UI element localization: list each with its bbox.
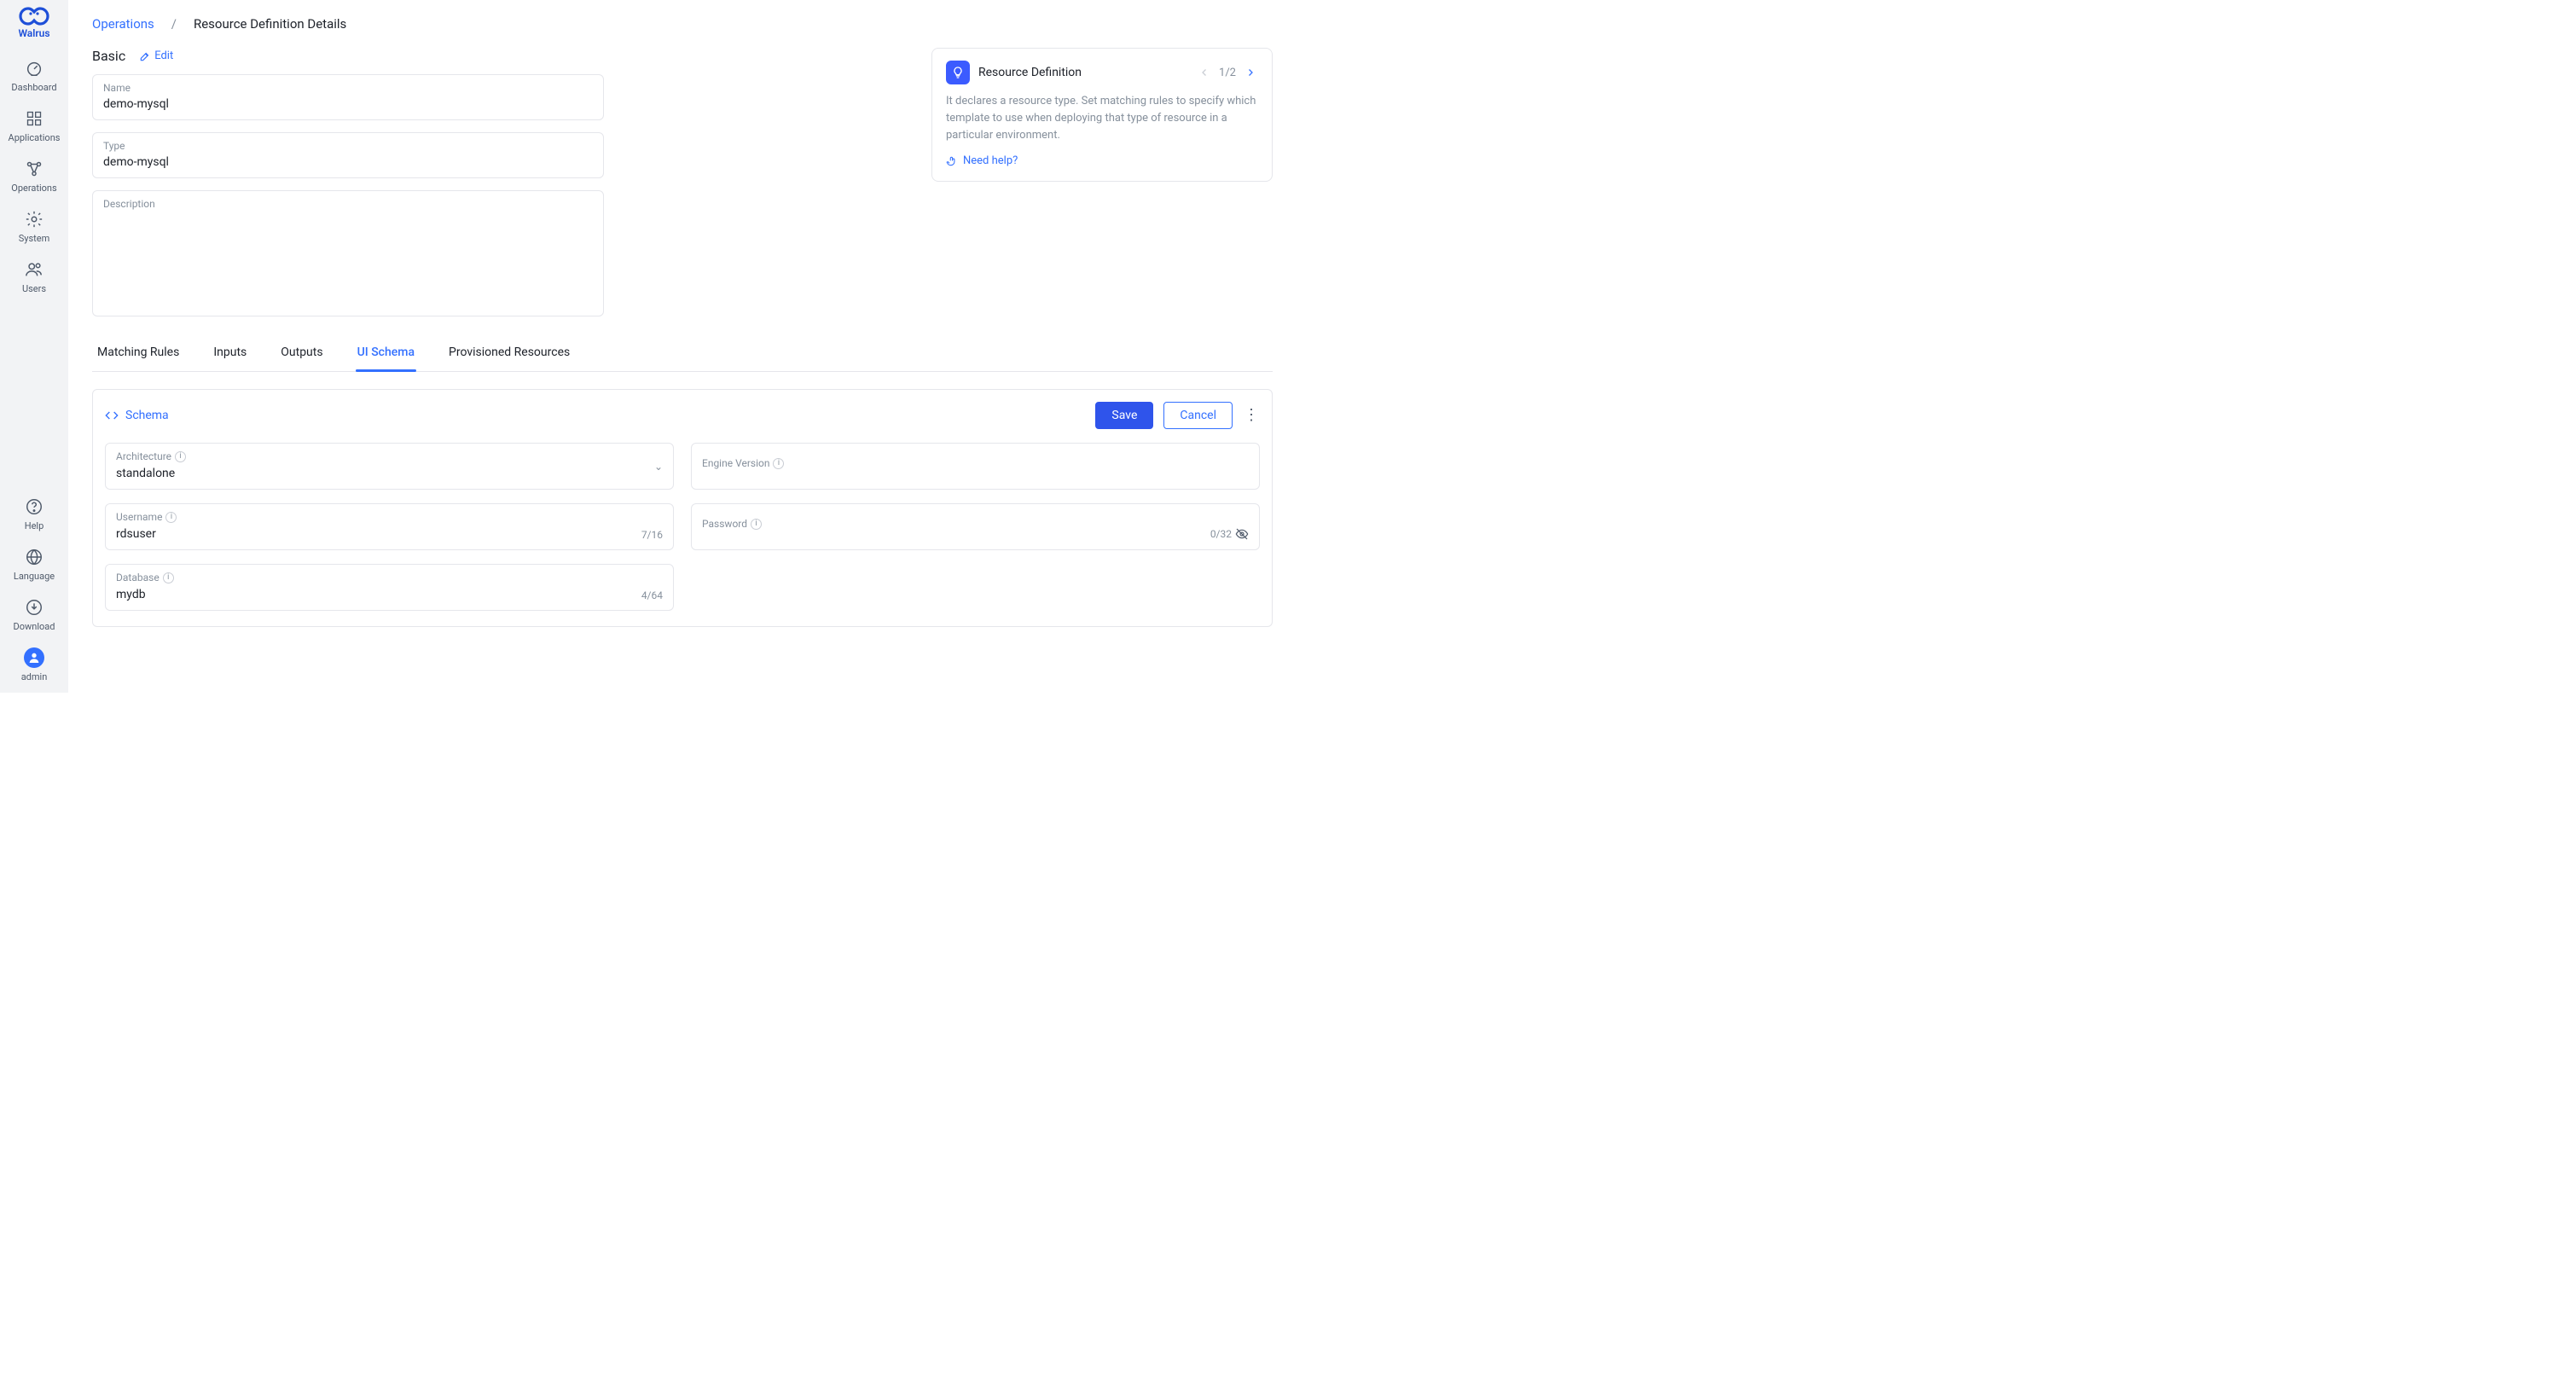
more-actions-button[interactable]: ⋮	[1243, 408, 1260, 423]
database-counter: 4/64	[641, 589, 663, 601]
help-title: Resource Definition	[978, 66, 1082, 79]
info-icon: i	[163, 572, 174, 583]
tab-outputs[interactable]: Outputs	[279, 334, 324, 371]
lightbulb-icon	[946, 61, 970, 84]
name-value: demo-mysql	[103, 97, 593, 111]
sidebar-item-operations[interactable]: Operations	[11, 159, 56, 194]
avatar-icon	[24, 647, 44, 668]
help-body: It declares a resource type. Set matchin…	[946, 93, 1258, 144]
password-input[interactable]: Passwordi 0/32	[691, 503, 1260, 550]
breadcrumb-operations[interactable]: Operations	[92, 16, 154, 32]
breadcrumb-current: Resource Definition Details	[194, 16, 346, 32]
eye-off-icon[interactable]	[1235, 527, 1249, 541]
edit-button[interactable]: Edit	[139, 49, 173, 62]
sidebar-item-applications[interactable]: Applications	[9, 108, 61, 143]
sidebar-item-language[interactable]: Language	[14, 547, 55, 582]
username-input[interactable]: Usernamei rdsuser 7/16	[105, 503, 674, 550]
gear-icon	[24, 209, 44, 229]
password-counter: 0/32	[1210, 528, 1232, 540]
logo-mark-icon	[17, 7, 51, 26]
tabs: Matching Rules Inputs Outputs UI Schema …	[92, 334, 1273, 372]
tab-ui-schema[interactable]: UI Schema	[356, 334, 416, 371]
pointer-icon	[946, 155, 958, 167]
help-next-button[interactable]	[1243, 65, 1258, 80]
globe-icon	[24, 547, 44, 567]
type-value: demo-mysql	[103, 155, 593, 169]
users-icon	[24, 259, 44, 280]
sidebar-item-dashboard[interactable]: Dashboard	[11, 58, 56, 93]
download-icon	[24, 597, 44, 618]
description-field: Description	[92, 190, 604, 316]
breadcrumb-sep: /	[171, 16, 177, 32]
basic-section-title: Basic	[92, 48, 125, 64]
help-pager: 1/2	[1197, 65, 1258, 80]
info-icon: i	[175, 451, 186, 462]
name-field: Name demo-mysql	[92, 74, 604, 120]
sidebar-item-system[interactable]: System	[19, 209, 50, 244]
help-icon	[24, 496, 44, 517]
engine-version-input[interactable]: Engine Versioni	[691, 443, 1260, 490]
pencil-icon	[139, 50, 151, 62]
chevron-down-icon: ⌄	[654, 461, 663, 473]
type-field: Type demo-mysql	[92, 132, 604, 178]
brand-logo: Walrus	[17, 7, 51, 39]
need-help-link[interactable]: Need help?	[946, 154, 1258, 167]
database-input[interactable]: Databasei mydb 4/64	[105, 564, 674, 611]
schema-panel: Schema Save Cancel ⋮ Architecturei stand…	[92, 389, 1273, 627]
architecture-select[interactable]: Architecturei standalone ⌄	[105, 443, 674, 490]
help-page-indicator: 1/2	[1219, 67, 1236, 79]
save-button[interactable]: Save	[1095, 402, 1153, 429]
gauge-icon	[24, 58, 44, 78]
help-prev-button[interactable]	[1197, 65, 1212, 80]
info-icon: i	[165, 512, 177, 523]
username-counter: 7/16	[641, 529, 663, 541]
sidebar-item-download[interactable]: Download	[14, 597, 55, 632]
breadcrumb: Operations / Resource Definition Details	[92, 0, 1273, 48]
info-icon: i	[773, 458, 784, 469]
code-icon	[105, 409, 119, 422]
grid-icon	[24, 108, 44, 129]
info-icon: i	[751, 519, 762, 530]
brand-text: Walrus	[17, 27, 51, 39]
tab-inputs[interactable]: Inputs	[212, 334, 248, 371]
main-content: Operations / Resource Definition Details…	[68, 0, 1288, 693]
nodes-icon	[24, 159, 44, 179]
tab-provisioned-resources[interactable]: Provisioned Resources	[447, 334, 571, 371]
sidebar: Walrus Dashboard Applications Operations…	[0, 0, 68, 693]
cancel-button[interactable]: Cancel	[1163, 402, 1233, 429]
sidebar-item-help[interactable]: Help	[24, 496, 44, 531]
tab-matching-rules[interactable]: Matching Rules	[96, 334, 181, 371]
schema-title[interactable]: Schema	[105, 409, 169, 422]
sidebar-item-admin[interactable]: admin	[21, 647, 48, 682]
help-card: Resource Definition 1/2 It declares a re…	[931, 48, 1273, 182]
sidebar-item-users[interactable]: Users	[22, 259, 46, 294]
